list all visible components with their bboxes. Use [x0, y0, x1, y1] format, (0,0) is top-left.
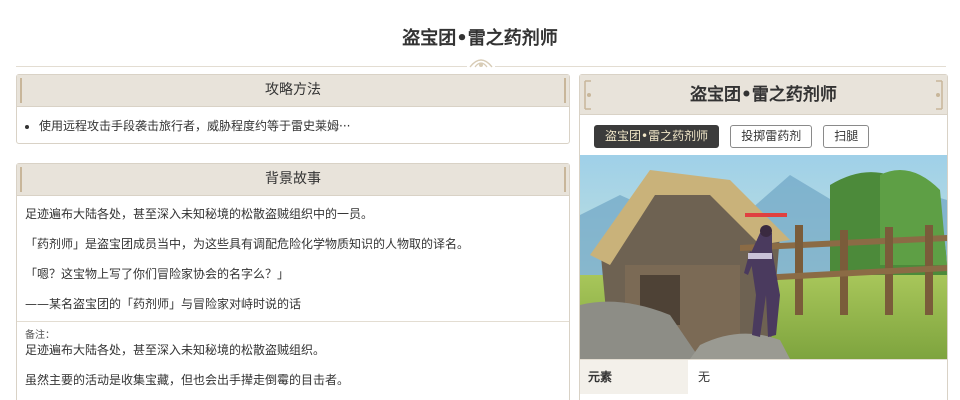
- infobox-title: 盗宝团•雷之药剂师: [690, 85, 837, 105]
- note-paragraph: 足迹遍布大陆各处，甚至深入未知秘境的松散盗贼组织。: [25, 343, 326, 357]
- stat-value: 无: [698, 370, 711, 384]
- note-block: 备注： 足迹遍布大陆各处，甚至深入未知秘境的松散盗贼组织。 虽然主要的活动是收集…: [17, 321, 569, 388]
- story-paragraph: 「嗯？这宝物上写了你们冒险家协会的名字么？」: [25, 267, 290, 281]
- story-paragraph: ——某名盗宝团的「药剂师」与冒险家对峙时说的话: [25, 297, 302, 311]
- stat-row-element: 元素 无: [580, 359, 947, 394]
- note-label: 备注：: [25, 330, 55, 341]
- tab-throw-potion[interactable]: 投掷雷药剂: [730, 125, 813, 148]
- infobox-panel: 盗宝团•雷之药剂师 盗宝团•雷之药剂师 投掷雷药剂 扫腿 元素 无: [579, 74, 948, 400]
- tab-hydro-chemist[interactable]: 盗宝团•雷之药剂师: [594, 125, 720, 148]
- infobox-header: 盗宝团•雷之药剂师: [580, 75, 947, 115]
- story-paragraph: 足迹遍布大陆各处，甚至深入未知秘境的松散盗贼组织中的一员。: [25, 207, 374, 221]
- enemy-scene-image: [580, 155, 947, 359]
- strategy-list: 使用远程攻击手段袭击旅行者，威胁程度约等于雷史莱姆···: [17, 107, 569, 135]
- note-paragraph: 虽然主要的活动是收集宝藏，但也会出手撵走倒霉的目击者。: [25, 373, 350, 387]
- story-paragraph: 「药剂师」是盗宝团成员当中，为这些具有调配危险化学物质知识的人物取的译名。: [25, 237, 470, 251]
- story-panel: 背景故事 足迹遍布大陆各处，甚至深入未知秘境的松散盗贼组织中的一员。 「药剂师」…: [16, 163, 570, 400]
- ornament-icon: [467, 55, 495, 71]
- corner-ornament-icon: [584, 80, 591, 110]
- page-title: 盗宝团•雷之药剂师: [402, 28, 558, 49]
- story-header: 背景故事: [17, 164, 569, 196]
- strategy-header: 攻略方法: [17, 75, 569, 107]
- tab-sweep-kick[interactable]: 扫腿: [823, 125, 870, 148]
- story-body: 足迹遍布大陆各处，甚至深入未知秘境的松散盗贼组织中的一员。 「药剂师」是盗宝团成…: [17, 196, 569, 388]
- corner-ornament-icon: [936, 80, 943, 110]
- stat-key: 元素: [580, 360, 688, 394]
- strategy-item: 使用远程攻击手段袭击旅行者，威胁程度约等于雷史莱姆···: [39, 117, 569, 135]
- strategy-panel: 攻略方法 使用远程攻击手段袭击旅行者，威胁程度约等于雷史莱姆···: [16, 74, 570, 144]
